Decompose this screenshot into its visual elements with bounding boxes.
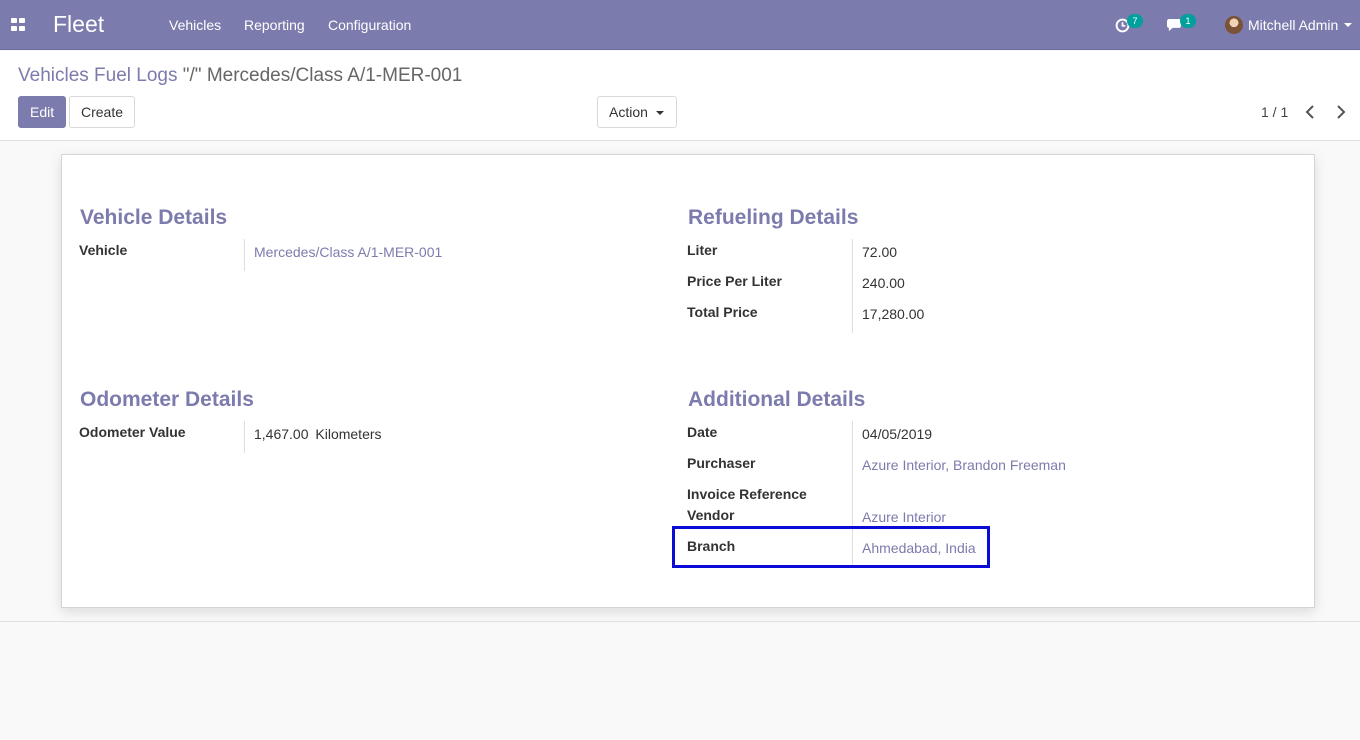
chevron-left-icon bbox=[1305, 105, 1314, 119]
additional-details-title: Additional Details bbox=[688, 388, 866, 411]
edit-button[interactable]: Edit bbox=[18, 96, 67, 128]
refueling-details-title: Refueling Details bbox=[688, 206, 859, 229]
odometer-value-label: Odometer Value bbox=[79, 424, 186, 440]
vendor-label: Vendor bbox=[687, 507, 735, 523]
breadcrumb: Vehicles Fuel Logs "/" Mercedes/Class A/… bbox=[18, 65, 462, 87]
app-switcher-icon[interactable] bbox=[11, 18, 25, 31]
price-per-liter-label: Price Per Liter bbox=[687, 273, 782, 289]
chevron-down-icon bbox=[1344, 23, 1353, 27]
liter-label: Liter bbox=[687, 242, 718, 258]
date-label: Date bbox=[687, 424, 718, 440]
activity-count-badge: 7 bbox=[1127, 14, 1143, 28]
user-avatar bbox=[1225, 16, 1243, 34]
main-navbar: Fleet Vehicles Reporting Configuration 7… bbox=[0, 0, 1360, 50]
user-menu[interactable]: Mitchell Admin bbox=[1225, 14, 1353, 36]
messaging-menu[interactable]: 1 bbox=[1166, 14, 1198, 35]
liter-value: 72.00 bbox=[862, 244, 898, 260]
chevron-right-icon bbox=[1337, 105, 1346, 119]
pager-next-button[interactable] bbox=[1333, 103, 1349, 121]
action-dropdown[interactable]: Action bbox=[597, 96, 677, 128]
field-divider bbox=[244, 421, 245, 453]
create-button[interactable]: Create bbox=[69, 96, 136, 128]
user-name: Mitchell Admin bbox=[1248, 17, 1339, 33]
date-value: 04/05/2019 bbox=[862, 426, 933, 442]
vendor-link[interactable]: Azure Interior bbox=[862, 509, 946, 525]
invoice-reference-label: Invoice Reference bbox=[687, 486, 807, 502]
menu-vehicles[interactable]: Vehicles bbox=[169, 17, 221, 33]
purchaser-link[interactable]: Azure Interior, Brandon Freeman bbox=[862, 457, 1066, 473]
breadcrumb-parent[interactable]: Vehicles Fuel Logs bbox=[18, 65, 178, 86]
field-divider bbox=[244, 239, 245, 271]
menu-reporting[interactable]: Reporting bbox=[244, 17, 305, 33]
odometer-amount: 1,467.00 bbox=[254, 426, 309, 442]
activity-menu[interactable]: 7 bbox=[1115, 14, 1145, 35]
price-per-liter-value: 240.00 bbox=[862, 275, 905, 291]
vehicle-link[interactable]: Mercedes/Class A/1-MER-001 bbox=[254, 244, 442, 260]
odometer-details-title: Odometer Details bbox=[80, 388, 254, 411]
purchaser-label: Purchaser bbox=[687, 455, 756, 471]
pager-previous-button[interactable] bbox=[1302, 103, 1318, 121]
app-brand[interactable]: Fleet bbox=[53, 11, 104, 38]
odometer-value: 1,467.00 Kilometers bbox=[254, 426, 382, 442]
pager-value[interactable]: 1 / 1 bbox=[1261, 104, 1288, 120]
total-price-value: 17,280.00 bbox=[862, 306, 925, 322]
vehicle-details-title: Vehicle Details bbox=[80, 206, 228, 229]
breadcrumb-current: "/" Mercedes/Class A/1-MER-001 bbox=[182, 65, 463, 86]
chevron-down-icon bbox=[655, 111, 664, 116]
branch-highlight-box bbox=[672, 526, 990, 568]
vehicle-label: Vehicle bbox=[79, 242, 128, 258]
control-panel: Vehicles Fuel Logs "/" Mercedes/Class A/… bbox=[0, 51, 1360, 141]
total-price-label: Total Price bbox=[687, 304, 758, 320]
message-count-badge: 1 bbox=[1180, 14, 1196, 28]
form-content-area: Vehicle Details Vehicle Mercedes/Class A… bbox=[0, 141, 1360, 622]
form-sheet: Vehicle Details Vehicle Mercedes/Class A… bbox=[61, 154, 1315, 608]
odometer-unit: Kilometers bbox=[315, 426, 382, 442]
menu-configuration[interactable]: Configuration bbox=[328, 17, 411, 33]
action-label: Action bbox=[609, 104, 648, 120]
field-divider bbox=[852, 239, 853, 333]
